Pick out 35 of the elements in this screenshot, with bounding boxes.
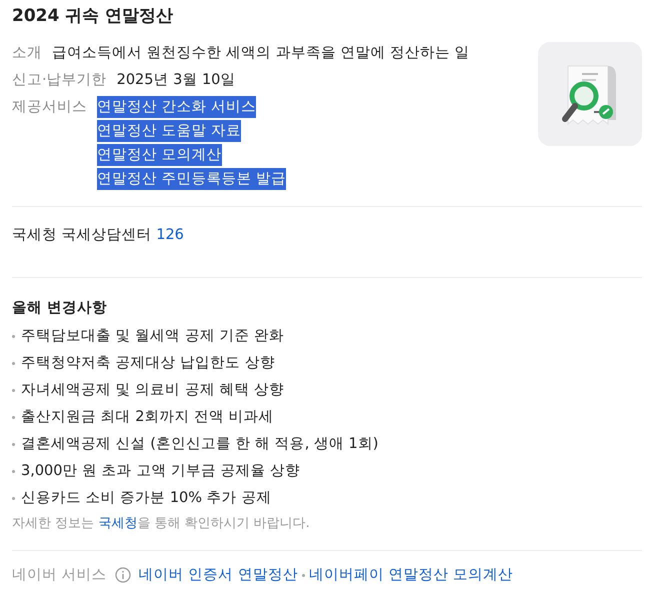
footer-link[interactable]: 네이버페이 연말정산 모의계산 (308, 565, 514, 585)
bullet-icon (12, 362, 15, 364)
list-item: 출산지원금 최대 2회까지 전액 비과세 (21, 408, 274, 427)
list-item: 주택담보대출 및 월세액 공제 기준 완화 (21, 327, 284, 346)
field-label: 제공서비스 (12, 98, 87, 117)
footer-label: 네이버 서비스 (12, 566, 107, 585)
bullet-icon (12, 388, 15, 392)
contact-text: 국세청 국세상담센터 126 (12, 226, 185, 245)
service-link[interactable]: 연말정산 주민등록등본 발급 (97, 168, 286, 190)
phone-link[interactable]: 126 (156, 227, 184, 243)
field-value: 2025년 3월 10일 (116, 71, 236, 90)
receipt-search-icon (538, 42, 642, 146)
service-link[interactable]: 연말정산 모의계산 (97, 144, 222, 166)
info-icon[interactable] (114, 567, 131, 583)
bullet-icon (12, 496, 15, 500)
separator-dot-icon (302, 574, 305, 576)
page-title: 2024 귀속 연말정산 (12, 5, 174, 28)
nts-link[interactable]: 국세청 (98, 516, 138, 531)
field-value: 급여소득에서 원천징수한 세액의 과부족을 연말에 정산하는 일 (52, 44, 470, 63)
field-label: 소개 (12, 44, 42, 63)
footer-link[interactable]: 네이버 인증서 연말정산 (138, 565, 298, 585)
note-text: 자세한 정보는 국세청 을 통해 확인하시기 바랍니다. (12, 515, 311, 533)
bullet-icon (12, 334, 15, 338)
list-item: 신용카드 소비 증가분 10% 추가 공제 (21, 489, 272, 508)
field-label: 신고·납부기한 (12, 71, 107, 90)
list-item: 결혼세액공제 신설 (혼인신고를 한 해 적용, 생애 1회) (21, 435, 378, 454)
service-link[interactable]: 연말정산 도움말 자료 (97, 120, 242, 142)
section-heading: 올해 변경사항 (12, 299, 108, 318)
bullet-icon (12, 416, 15, 418)
list-item: 3,000만 원 초과 고액 기부금 공제율 상향 (21, 462, 300, 481)
list-item: 주택청약저축 공제대상 납입한도 상향 (21, 354, 275, 373)
service-link[interactable]: 연말정산 간소화 서비스 (97, 96, 256, 118)
list-item: 자녀세액공제 및 의료비 공제 혜택 상향 (21, 381, 284, 400)
bullet-icon (12, 470, 15, 472)
bullet-icon (12, 442, 15, 446)
